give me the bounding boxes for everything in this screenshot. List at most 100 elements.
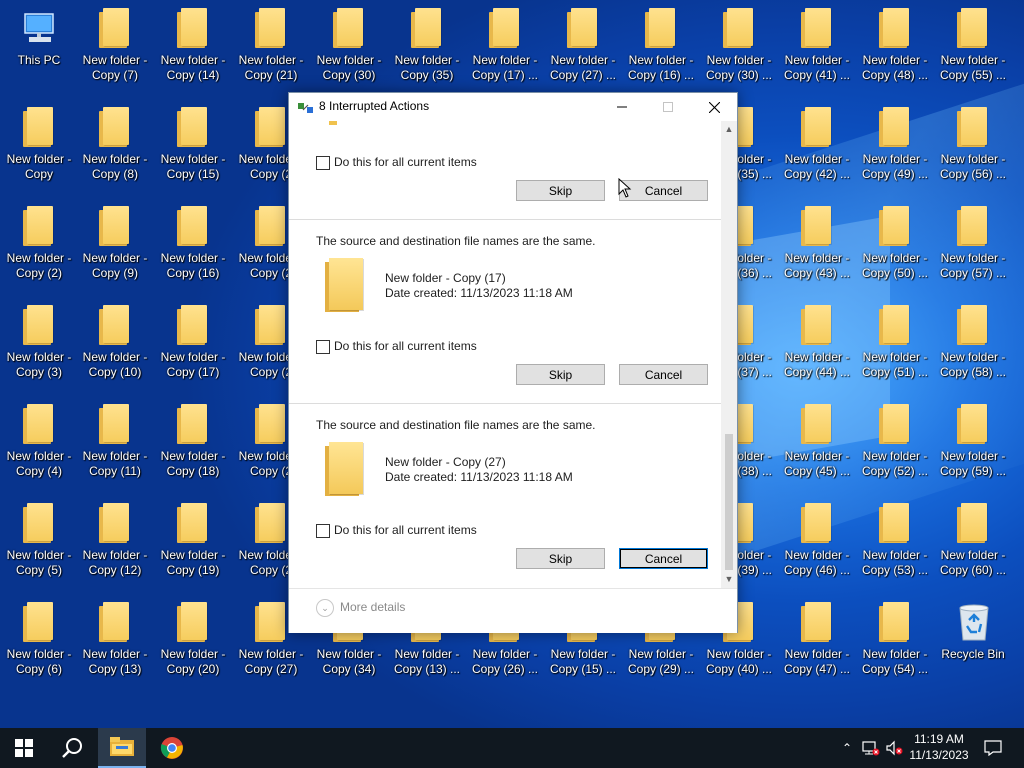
desktop-folder-item[interactable]: New folder - Copy (51) ...: [856, 297, 934, 389]
desktop-folder-item[interactable]: New folder - Copy (56) ...: [934, 99, 1012, 191]
folder-icon: [799, 107, 835, 147]
desktop-folder-item[interactable]: New folder - Copy (9): [76, 198, 154, 290]
search-button[interactable]: [48, 728, 96, 768]
desktop-folder-item[interactable]: New folder - Copy (13): [76, 594, 154, 686]
desktop-folder-item[interactable]: New folder - Copy (11): [76, 396, 154, 488]
skip-button[interactable]: Skip: [516, 364, 605, 385]
folder-icon: [97, 404, 133, 444]
desktop-folder-item[interactable]: New folder - Copy (27) ...: [544, 0, 622, 92]
desktop-folder-item[interactable]: New folder - Copy (54) ...: [856, 594, 934, 686]
cancel-button[interactable]: Cancel: [619, 548, 708, 569]
desktop-folder-item[interactable]: New folder - Copy (46) ...: [778, 495, 856, 587]
do-for-all-checkbox[interactable]: [316, 524, 330, 538]
do-for-all-checkbox[interactable]: [316, 156, 330, 170]
scroll-down-arrow-icon[interactable]: ▼: [721, 571, 737, 588]
desktop-folder-item[interactable]: New folder - Copy (5): [0, 495, 78, 587]
scrollbar-thumb[interactable]: [725, 434, 733, 570]
interrupted-actions-dialog: 8 Interrupted Actions Do this for all cu…: [288, 92, 738, 633]
windows-logo-icon: [15, 739, 33, 757]
do-for-all-label: Do this for all current items: [334, 339, 477, 353]
skip-button[interactable]: Skip: [516, 180, 605, 201]
folder-icon: [97, 503, 133, 543]
desktop-folder-item[interactable]: New folder - Copy (14): [154, 0, 232, 92]
desktop-folder-item[interactable]: New folder - Copy (35): [388, 0, 466, 92]
folder-icon: [175, 206, 211, 246]
folder-icon: [175, 503, 211, 543]
notification-center-button[interactable]: [978, 728, 1008, 768]
desktop-folder-item[interactable]: New folder - Copy (60) ...: [934, 495, 1012, 587]
desktop-icon-label: New folder - Copy (17) ...: [471, 53, 539, 82]
recycle-bin-desktop-icon[interactable]: Recycle Bin: [934, 594, 1012, 686]
desktop-folder-item[interactable]: New folder - Copy (6): [0, 594, 78, 686]
desktop-folder-item[interactable]: New folder - Copy (16) ...: [622, 0, 700, 92]
file-name: New folder - Copy (27): [385, 455, 506, 469]
volume-muted-icon[interactable]: [884, 728, 906, 768]
folder-icon: [799, 8, 835, 48]
folder-icon: [877, 602, 913, 642]
desktop-icon-label: New folder - Copy (52) ...: [861, 449, 929, 478]
desktop-folder-item[interactable]: New folder - Copy (52) ...: [856, 396, 934, 488]
desktop-folder-item[interactable]: New folder - Copy (48) ...: [856, 0, 934, 92]
this-pc-desktop-icon[interactable]: This PC: [0, 0, 78, 92]
desktop-folder-item[interactable]: New folder - Copy (12): [76, 495, 154, 587]
desktop-folder-item[interactable]: New folder - Copy (55) ...: [934, 0, 1012, 92]
desktop-folder-item[interactable]: New folder - Copy (47) ...: [778, 594, 856, 686]
desktop-icon-label: New folder - Copy: [6, 152, 72, 181]
folder-icon: [175, 404, 211, 444]
network-icon[interactable]: [860, 728, 882, 768]
close-button[interactable]: [691, 93, 737, 121]
desktop-folder-item[interactable]: New folder - Copy (7): [76, 0, 154, 92]
system-clock[interactable]: 11:19 AM 11/13/2023: [906, 731, 972, 763]
skip-button[interactable]: Skip: [516, 548, 605, 569]
folder-icon: [565, 8, 601, 48]
desktop-folder-item[interactable]: New folder - Copy (50) ...: [856, 198, 934, 290]
scroll-up-arrow-icon[interactable]: ▲: [721, 121, 737, 138]
dialog-footer: ⌄ More details: [289, 588, 737, 633]
cancel-button[interactable]: Cancel: [619, 364, 708, 385]
desktop-folder-item[interactable]: New folder - Copy (45) ...: [778, 396, 856, 488]
desktop-folder-item[interactable]: New folder - Copy (57) ...: [934, 198, 1012, 290]
minimize-button[interactable]: [599, 93, 645, 121]
desktop-icon-label: New folder - Copy (46) ...: [783, 548, 851, 577]
desktop-folder-item[interactable]: New folder - Copy (53) ...: [856, 495, 934, 587]
conflict-item: The source and destination file names ar…: [289, 404, 721, 587]
show-hidden-icons-chevron-icon[interactable]: ⌃: [838, 728, 856, 768]
desktop-folder-item[interactable]: New folder - Copy (4): [0, 396, 78, 488]
dialog-content[interactable]: Do this for all current items Skip Cance…: [289, 121, 721, 588]
desktop-folder-item[interactable]: New folder - Copy (17) ...: [466, 0, 544, 92]
do-for-all-checkbox[interactable]: [316, 340, 330, 354]
start-button[interactable]: [0, 728, 48, 768]
taskbar: ⌃ 11:19 AM 11/13/2023: [0, 728, 1024, 768]
cancel-button[interactable]: Cancel: [619, 180, 708, 201]
computer-icon: [21, 8, 57, 48]
desktop-folder-item[interactable]: New folder - Copy (58) ...: [934, 297, 1012, 389]
desktop-folder-item[interactable]: New folder - Copy (10): [76, 297, 154, 389]
folder-icon: [253, 107, 289, 147]
chevron-down-icon[interactable]: ⌄: [316, 599, 334, 617]
dialog-titlebar[interactable]: 8 Interrupted Actions: [289, 93, 737, 121]
desktop-folder-item[interactable]: New folder - Copy (49) ...: [856, 99, 934, 191]
more-details-link[interactable]: More details: [340, 600, 405, 614]
desktop-folder-item[interactable]: New folder - Copy (30): [310, 0, 388, 92]
folder-icon: [253, 305, 289, 345]
dialog-scrollbar[interactable]: ▲ ▼: [721, 121, 737, 588]
desktop-folder-item[interactable]: New folder - Copy (21): [232, 0, 310, 92]
desktop-folder-item[interactable]: New folder - Copy (44) ...: [778, 297, 856, 389]
desktop-folder-item[interactable]: New folder - Copy (3): [0, 297, 78, 389]
desktop-folder-item[interactable]: New folder - Copy (2): [0, 198, 78, 290]
desktop-folder-item[interactable]: New folder - Copy (43) ...: [778, 198, 856, 290]
desktop-folder-item[interactable]: New folder - Copy (15): [154, 99, 232, 191]
desktop-folder-item[interactable]: New folder - Copy (16): [154, 198, 232, 290]
desktop-folder-item[interactable]: New folder - Copy (8): [76, 99, 154, 191]
chrome-taskbar-button[interactable]: [148, 728, 196, 768]
desktop-folder-item[interactable]: New folder - Copy (18): [154, 396, 232, 488]
desktop-folder-item[interactable]: New folder - Copy (59) ...: [934, 396, 1012, 488]
desktop-folder-item[interactable]: New folder - Copy (19): [154, 495, 232, 587]
desktop-folder-item[interactable]: New folder - Copy (17): [154, 297, 232, 389]
desktop-folder-item[interactable]: New folder - Copy (42) ...: [778, 99, 856, 191]
desktop-folder-item[interactable]: New folder - Copy (41) ...: [778, 0, 856, 92]
desktop-folder-item[interactable]: New folder - Copy: [0, 99, 78, 191]
file-explorer-taskbar-button[interactable]: [98, 728, 146, 768]
desktop-folder-item[interactable]: New folder - Copy (20): [154, 594, 232, 686]
desktop-folder-item[interactable]: New folder - Copy (30) ...: [700, 0, 778, 92]
